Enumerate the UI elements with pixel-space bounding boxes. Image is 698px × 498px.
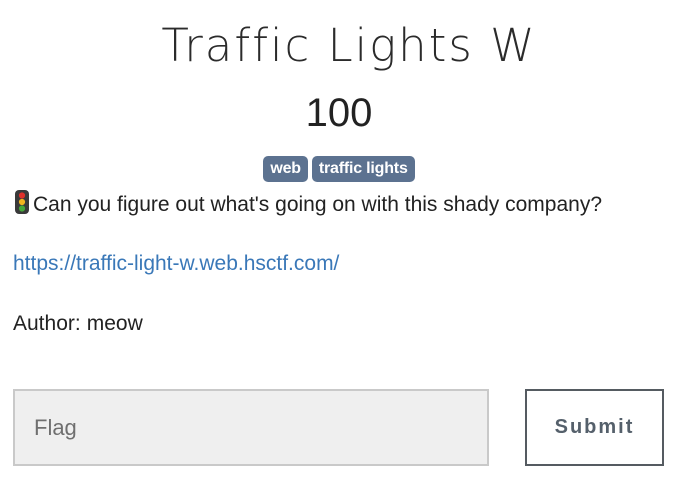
tag-web: web: [263, 156, 308, 182]
challenge-modal: Traffic Lights W 100 web traffic lights …: [0, 0, 698, 498]
submit-button[interactable]: Submit: [525, 389, 664, 466]
traffic-light-icon: [13, 189, 31, 224]
flag-input[interactable]: [13, 389, 489, 466]
challenge-title: Traffic Lights W: [161, 19, 537, 72]
challenge-description: Can you figure out what's going on with …: [13, 189, 683, 224]
challenge-author: Author: meow: [13, 309, 143, 339]
tag-traffic-lights: traffic lights: [311, 156, 415, 182]
challenge-tags: web traffic lights: [0, 156, 678, 182]
author-name: meow: [86, 312, 143, 335]
challenge-link[interactable]: https://traffic-light-w.web.hsctf.com/: [13, 249, 339, 279]
description-text: Can you figure out what's going on with …: [33, 193, 603, 216]
author-label: Author:: [13, 312, 81, 335]
challenge-points: 100: [305, 91, 373, 135]
